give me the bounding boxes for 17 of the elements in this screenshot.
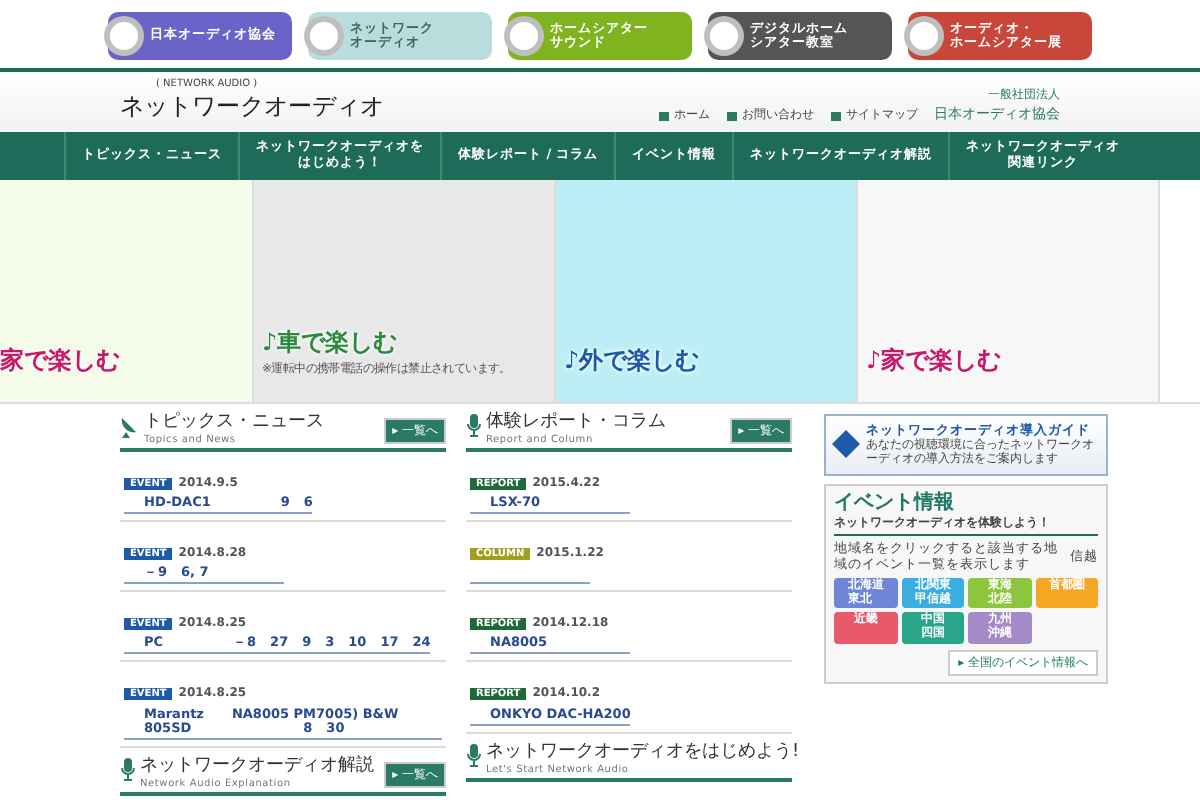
section-title: ネットワークオーディオ解説 — [140, 758, 374, 778]
banner-caption: ♪家で楽しむ — [866, 344, 1004, 378]
banner-caption: ♪車で楽しむ — [262, 326, 400, 360]
section-title: トピックス・ニュース — [144, 414, 324, 434]
illustration-banner[interactable]: ♪家で楽しむ — [858, 180, 1160, 402]
section-title: 体験レポート・コラム — [486, 414, 666, 434]
illustration-banner[interactable]: 家で楽しむ — [0, 180, 254, 402]
section-title: ネットワークオーディオをはじめよう! — [486, 743, 800, 764]
microphone-icon — [120, 758, 136, 783]
panel-title: イベント情報 — [834, 491, 956, 514]
site-title: ネットワークオーディオ — [120, 90, 384, 124]
microphone-icon — [466, 743, 482, 768]
satellite-dish-icon — [120, 414, 140, 438]
banner-caption: 家で楽しむ — [0, 344, 122, 378]
illustration-banner[interactable]: ♪外で楽しむ — [556, 180, 858, 402]
banner-caption: ♪外で楽しむ — [564, 344, 702, 378]
microphone-icon — [466, 414, 482, 438]
